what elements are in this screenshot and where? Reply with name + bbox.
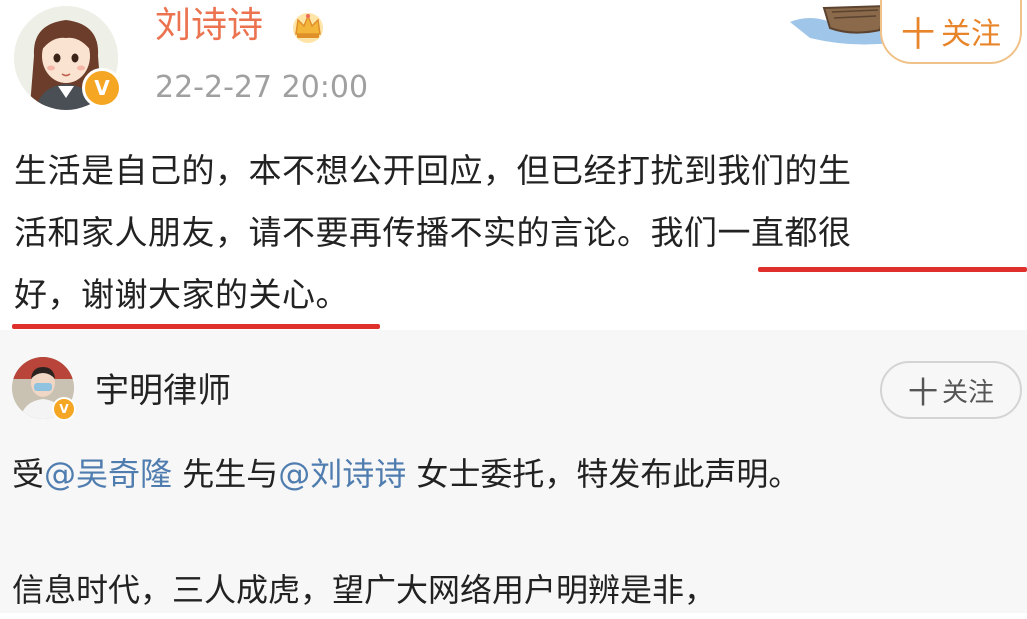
- post-timestamp: 22-2-27 20:00: [155, 70, 369, 105]
- post-content-line: 好，谢谢大家的关心。: [14, 275, 349, 314]
- follow-button-label: 关注: [941, 377, 994, 408]
- repost-content: 受@吴奇隆 先生与@刘诗诗 女士委托，特发布此声明。 信息时代，三人成虎，望广大…: [12, 445, 1017, 619]
- mention-link[interactable]: @刘诗诗: [278, 455, 406, 493]
- mention-link[interactable]: @吴奇隆: [44, 455, 172, 493]
- post-content: 生活是自己的，本不想公开回应，但已经打扰到我们的生 活和家人朋友，请不要再传播不…: [14, 140, 1019, 326]
- verified-badge-icon: V: [52, 397, 76, 421]
- verified-badge-icon: V: [82, 68, 122, 108]
- plus-icon: 十: [907, 376, 938, 411]
- repost-text: 受: [12, 455, 45, 493]
- repost-text: 先生与: [172, 455, 279, 493]
- post-author-name[interactable]: 刘诗诗: [155, 4, 263, 48]
- post-content-line: 生活是自己的，本不想公开回应，但已经打扰到我们的生: [14, 151, 852, 190]
- verified-badge-label: V: [59, 402, 69, 416]
- post-content-line: 活和家人朋友，请不要再传播不实的言论。我们一直都很: [14, 202, 1019, 264]
- repost-text: 女士委托，特发布此声明。: [406, 455, 801, 493]
- follow-button[interactable]: 十 关注: [880, 0, 1022, 64]
- highlight-underline: [12, 324, 380, 329]
- post-content-text: 活和家人朋友，请不要再传播不实的言论。: [14, 213, 651, 252]
- repost-content-line: 信息时代，三人成虎，望广大网络用户明辨是非，: [12, 571, 717, 609]
- verified-badge-label: V: [94, 76, 110, 100]
- repost-author-name[interactable]: 宇明律师: [95, 370, 231, 412]
- follow-button-label: 关注: [941, 17, 1001, 52]
- plus-icon: 十: [901, 14, 935, 55]
- post-content-highlight: 我们一直都很: [650, 213, 852, 252]
- post-card-1: V 刘诗诗 22-2-27 20:00 十 关注 生活是自己的，本不想公开回应，…: [0, 0, 1027, 330]
- follow-button[interactable]: 十 关注: [880, 361, 1022, 419]
- repost-content-line: 受@吴奇隆 先生与@刘诗诗 女士委托，特发布此声明。: [12, 445, 1017, 503]
- highlight-underline: [758, 267, 1027, 272]
- crown-icon: [293, 13, 323, 43]
